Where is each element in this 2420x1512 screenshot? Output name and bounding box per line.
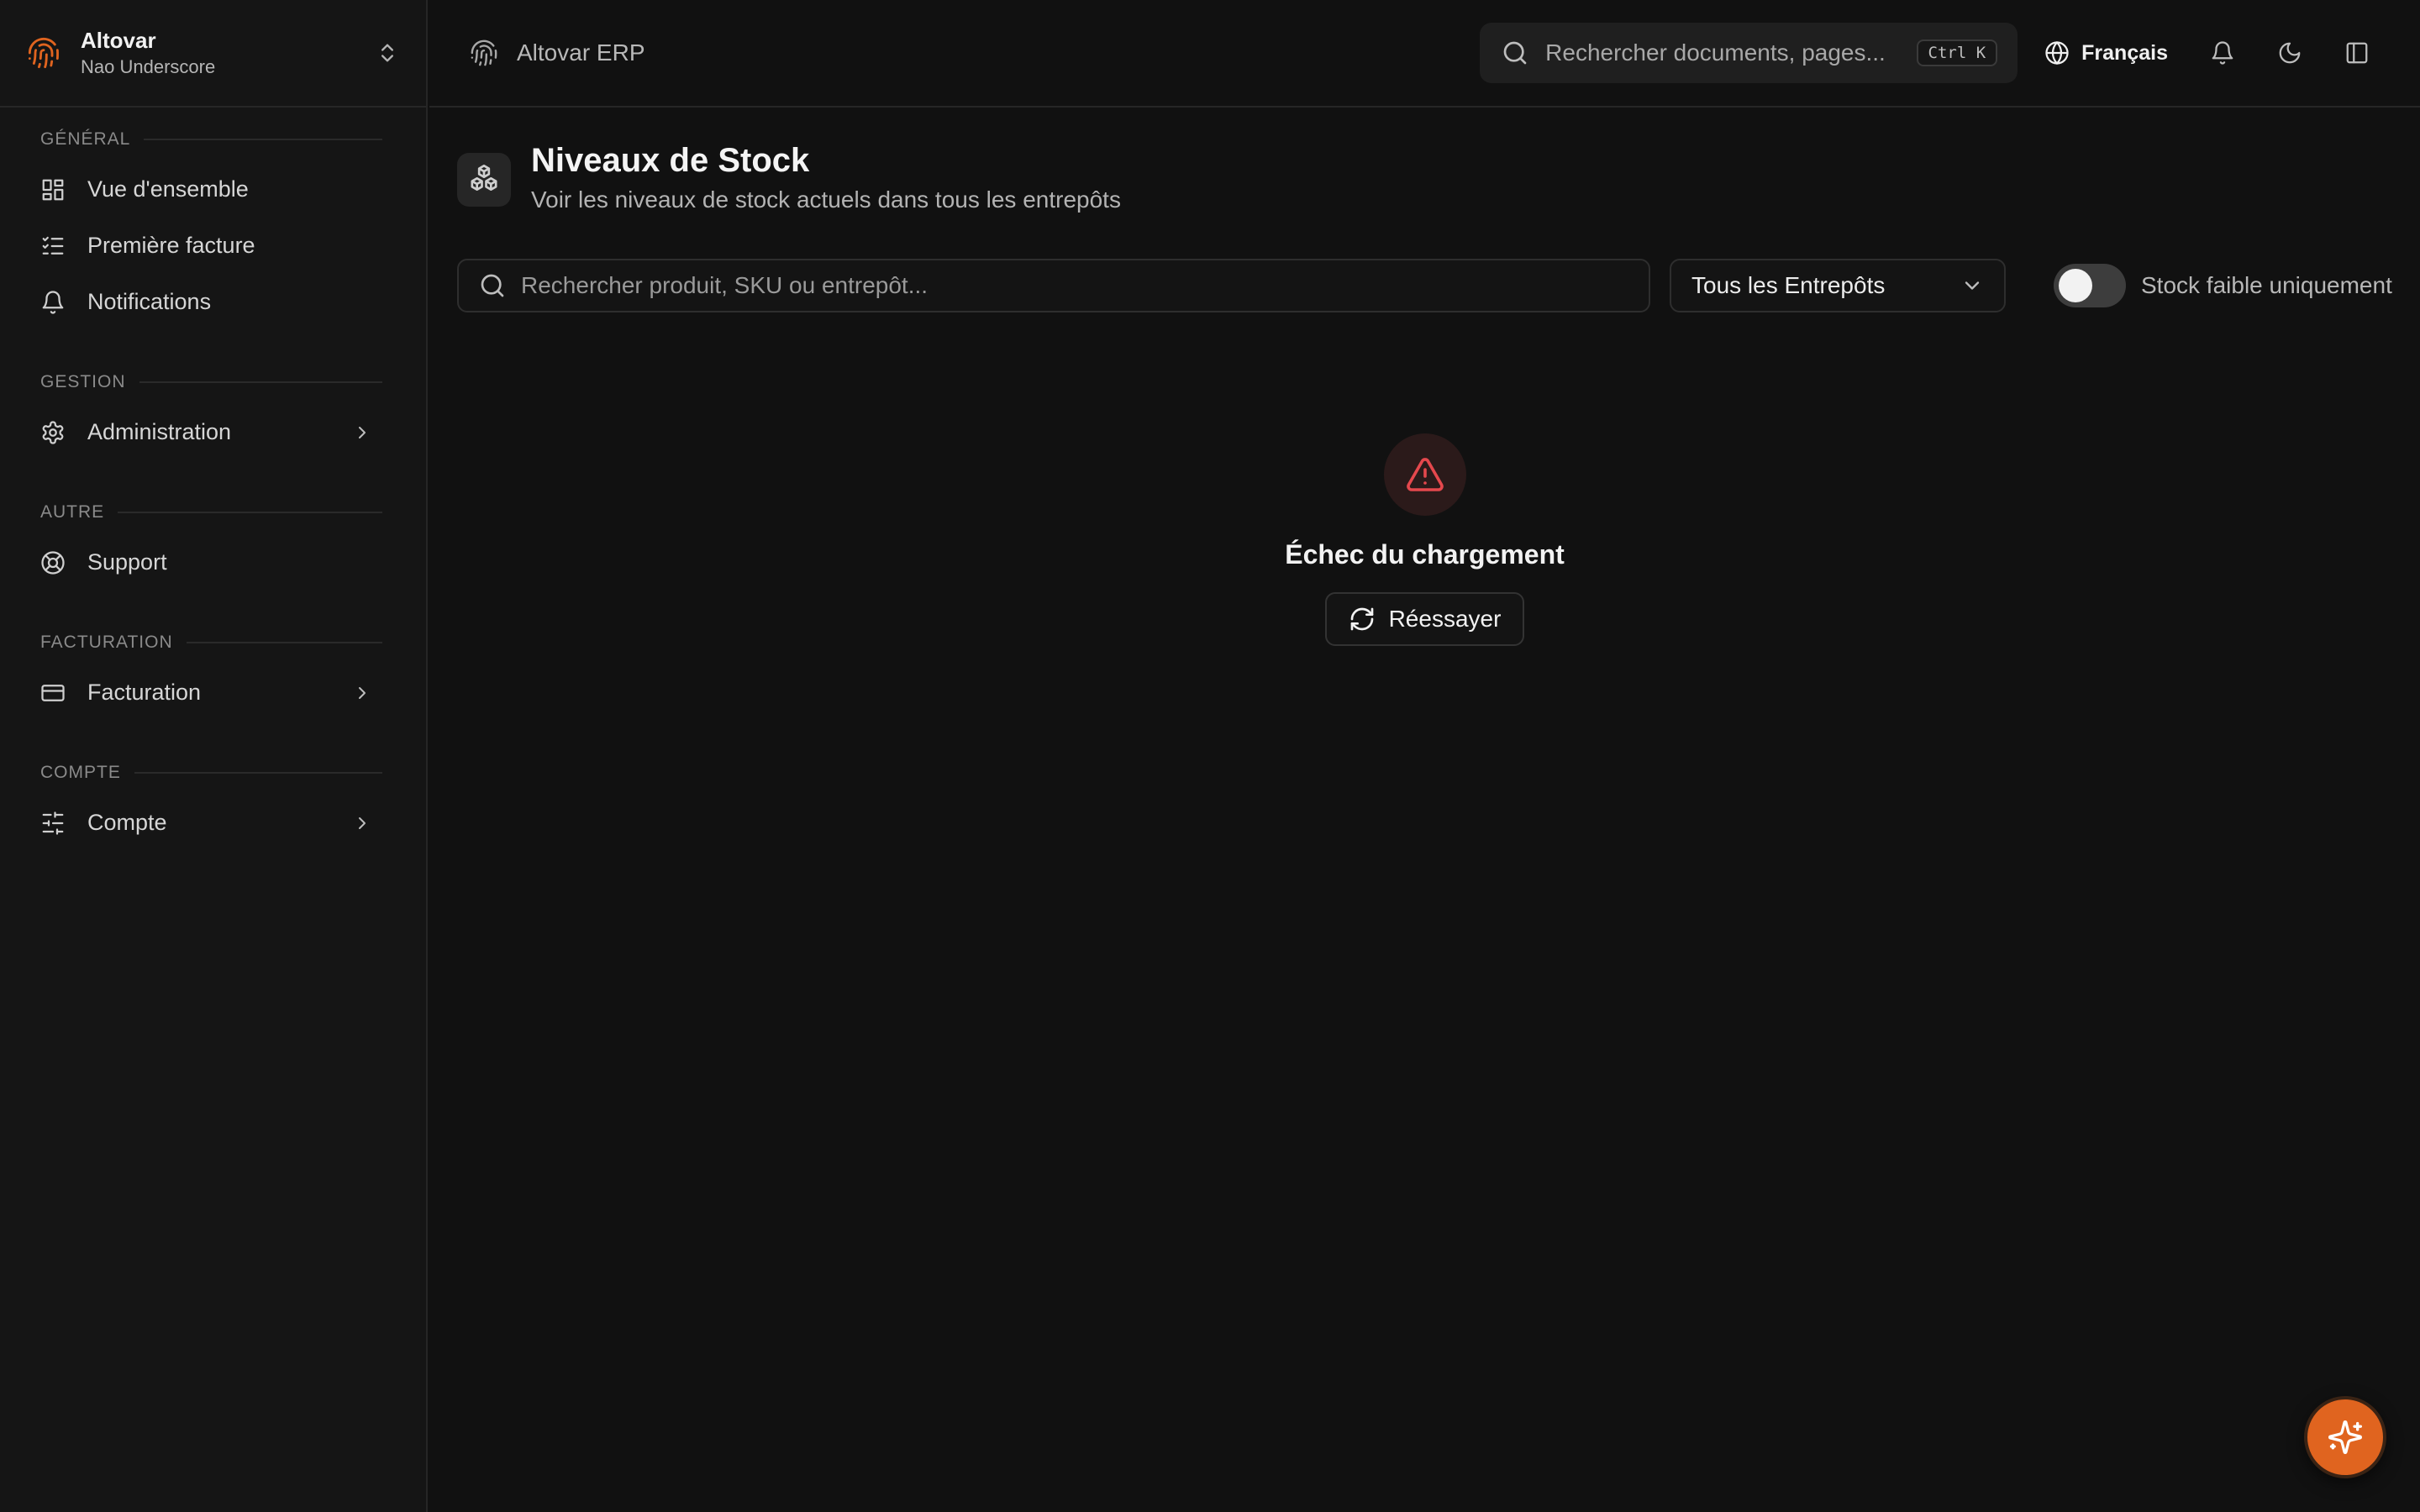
org-name: Altovar [81, 28, 156, 53]
nav-section-autre: AUTRE Support [0, 499, 426, 591]
sliders-icon [42, 811, 64, 835]
section-header: GESTION [0, 369, 426, 396]
fingerprint-logo-icon [28, 37, 59, 69]
lifebuoy-icon [41, 550, 65, 575]
filters-bar: Tous les Entrepôts Stock faible uniqueme… [457, 259, 2392, 312]
page-heading-text: Niveaux de Stock Voir les niveaux de sto… [531, 139, 1121, 218]
gear-icon [42, 420, 64, 444]
ai-assistant-button[interactable] [2304, 1396, 2386, 1478]
nav-section-facturation: FACTURATION Facturation [0, 629, 426, 721]
fingerprint-icon [471, 39, 497, 66]
notifications-bell-icon[interactable] [2210, 40, 2235, 66]
section-divider [139, 381, 382, 383]
low-stock-filter: Stock faible uniquement [2054, 264, 2392, 307]
language-selector[interactable]: Français [2044, 40, 2168, 66]
sidebar-item-billing[interactable]: Facturation [0, 664, 426, 721]
sidebar-item-label: Notifications [87, 289, 212, 314]
dashboard-icon [42, 179, 64, 200]
section-header: COMPTE [0, 759, 426, 786]
sidebar-item-support[interactable]: Support [0, 534, 426, 591]
page-title: Niveaux de Stock [531, 142, 810, 179]
chevron-right-icon [359, 816, 366, 829]
sidebar-item-first-invoice[interactable]: Première facture [0, 218, 426, 274]
moon-icon[interactable] [2277, 40, 2302, 66]
keyboard-shortcut: Ctrl K [1916, 39, 1998, 66]
sidebar-item-label: Compte [87, 810, 167, 835]
sidebar-item-label: Facturation [87, 680, 202, 705]
refresh-icon [1350, 607, 1373, 631]
bell-icon [42, 290, 64, 314]
page-icon [457, 153, 511, 207]
sidebar-nav: GÉNÉRAL Vue d'ensemble Première facture [0, 108, 426, 851]
sidebar: Altovar Nao Underscore GÉNÉRAL Vue d'ens… [0, 0, 428, 1512]
search-placeholder: Rechercher documents, pages... [1545, 39, 1886, 66]
chevron-right-icon [359, 426, 366, 438]
sidebar-item-label: Vue d'ensemble [87, 176, 249, 202]
section-divider [186, 642, 382, 643]
section-label: FACTURATION [40, 633, 173, 652]
sidebar-toggle-icon[interactable] [2344, 40, 2370, 66]
sidebar-item-overview[interactable]: Vue d'ensemble [0, 161, 426, 218]
warehouse-select-value: Tous les Entrepôts [1691, 272, 1886, 298]
page-subtitle: Voir les niveaux de stock actuels dans t… [531, 186, 1121, 213]
low-stock-toggle[interactable] [2054, 264, 2126, 307]
main-content: Niveaux de Stock Voir les niveaux de sto… [429, 109, 2420, 1512]
section-header: AUTRE [0, 499, 426, 526]
boxes-icon [471, 165, 497, 191]
chevron-down-icon [1965, 281, 1980, 290]
section-divider [144, 139, 382, 140]
language-label: Français [2081, 40, 2168, 65]
sidebar-item-notifications[interactable]: Notifications [0, 274, 426, 330]
retry-button[interactable]: Réessayer [1324, 592, 1525, 646]
error-icon-badge [1383, 433, 1466, 516]
sidebar-item-label: Administration [87, 419, 232, 444]
sparkles-icon [2328, 1420, 2362, 1454]
global-search-button[interactable]: Rechercher documents, pages... Ctrl K [1480, 23, 2018, 83]
search-icon [481, 274, 504, 297]
credit-card-icon [41, 684, 65, 701]
section-label: AUTRE [40, 502, 105, 522]
sidebar-item-administration[interactable]: Administration [0, 404, 426, 460]
toggle-knob [2059, 269, 2092, 302]
checklist-icon [42, 236, 64, 255]
retry-label: Réessayer [1388, 606, 1502, 632]
sidebar-item-label: Support [87, 549, 167, 575]
error-message: Échec du chargement [1285, 539, 1565, 570]
nav-section-general: GÉNÉRAL Vue d'ensemble Première facture [0, 126, 426, 330]
section-header: FACTURATION [0, 629, 426, 656]
search-icon [1503, 41, 1527, 65]
section-label: GÉNÉRAL [40, 129, 131, 149]
globe-icon [2045, 41, 2069, 66]
warehouse-select[interactable]: Tous les Entrepôts [1670, 259, 2006, 312]
section-divider [118, 512, 382, 513]
nav-section-compte: COMPTE Compte [0, 759, 426, 851]
warning-triangle-icon [1406, 458, 1444, 491]
low-stock-label: Stock faible uniquement [2141, 272, 2392, 298]
org-switcher[interactable]: Altovar Nao Underscore [0, 0, 426, 108]
sidebar-item-account[interactable]: Compte [0, 795, 426, 851]
error-state: Échec du chargement Réessayer [429, 433, 2420, 646]
org-subtitle: Nao Underscore [81, 56, 216, 77]
chevrons-up-down-icon[interactable] [376, 41, 399, 65]
section-label: GESTION [40, 372, 126, 391]
stock-search-field[interactable] [457, 259, 1650, 312]
stock-search-input[interactable] [521, 272, 1628, 299]
brand[interactable]: Altovar ERP [470, 39, 645, 67]
nav-section-gestion: GESTION Administration [0, 369, 426, 460]
brand-name: Altovar ERP [517, 39, 645, 66]
topbar: Altovar ERP Rechercher documents, pages.… [429, 0, 2420, 108]
section-header: GÉNÉRAL [0, 126, 426, 153]
section-label: COMPTE [40, 763, 121, 782]
page-header: Niveaux de Stock Voir les niveaux de sto… [457, 139, 1121, 218]
section-divider [134, 772, 382, 774]
sidebar-item-label: Première facture [87, 233, 255, 258]
chevron-right-icon [359, 686, 366, 699]
